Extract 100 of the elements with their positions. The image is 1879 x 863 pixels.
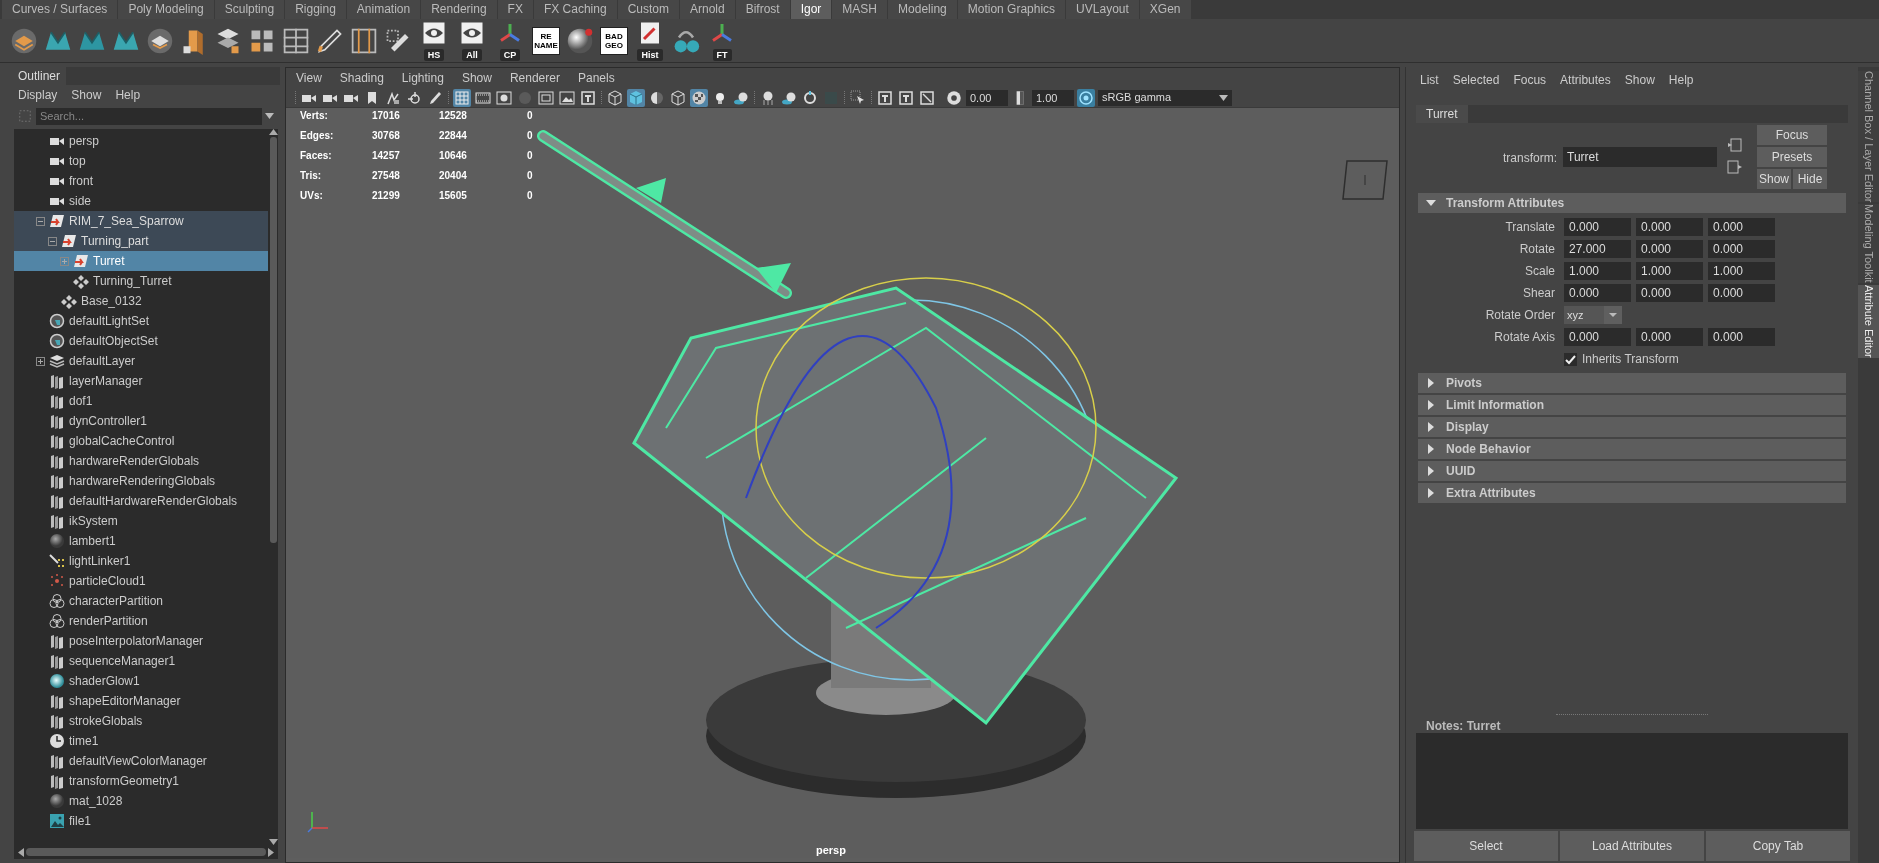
- shelf-tab[interactable]: UVLayout: [1066, 0, 1139, 19]
- panel-button[interactable]: Presets: [1757, 147, 1827, 167]
- toolbar-grip-icon[interactable]: [447, 90, 450, 105]
- outliner-item[interactable]: dof1: [14, 391, 268, 411]
- outliner-item[interactable]: top: [14, 151, 268, 171]
- expand-arrow-icon[interactable]: [1426, 466, 1436, 476]
- side-tab[interactable]: Modeling Toolkit: [1858, 204, 1879, 284]
- menu-item[interactable]: Focus: [1513, 71, 1547, 89]
- grid-icon[interactable]: [453, 88, 471, 107]
- outliner-item[interactable]: shaderGlow1: [14, 671, 268, 691]
- outliner-item[interactable]: mat_1028: [14, 791, 268, 811]
- scrollbar-thumb[interactable]: [26, 848, 266, 856]
- shelf-tab[interactable]: Sculpting: [214, 0, 285, 19]
- node-tab[interactable]: Turret: [1416, 105, 1468, 123]
- expand-arrow-icon[interactable]: [1426, 422, 1436, 432]
- cube-icon[interactable]: [669, 88, 687, 107]
- color-space-dropdown[interactable]: sRGB gamma: [1098, 89, 1232, 106]
- expand-arrow-icon[interactable]: [1426, 488, 1436, 498]
- outliner-item[interactable]: renderPartition: [14, 611, 268, 631]
- collapse-arrow-icon[interactable]: [1426, 198, 1436, 208]
- number-field[interactable]: 0.000: [1564, 328, 1631, 346]
- outliner-item[interactable]: Turret: [14, 251, 268, 271]
- shelf-tab[interactable]: Poly Modeling: [118, 0, 214, 19]
- number-field[interactable]: 0.000: [1636, 284, 1703, 302]
- search-field[interactable]: Search...: [36, 107, 262, 125]
- number-field[interactable]: 0.000: [1636, 240, 1703, 258]
- menu-item[interactable]: List: [1420, 71, 1439, 89]
- shelf-tab[interactable]: FX: [497, 0, 533, 19]
- number-field[interactable]: 0.000: [1564, 218, 1631, 236]
- outliner-item[interactable]: front: [14, 171, 268, 191]
- frame-icon[interactable]: [876, 88, 894, 107]
- side-tab[interactable]: Channel Box / Layer Editor: [1858, 71, 1879, 203]
- outliner-item[interactable]: defaultLightSet: [14, 311, 268, 331]
- dropdown[interactable]: xyz: [1564, 306, 1622, 324]
- menu-item[interactable]: Selected: [1452, 71, 1500, 89]
- frame-icon[interactable]: [579, 88, 597, 107]
- outliner-item[interactable]: characterPartition: [14, 591, 268, 611]
- eye-icon[interactable]: [422, 20, 446, 45]
- shelf-tab[interactable]: Curves / Surfaces: [2, 0, 118, 19]
- scrollbar-thumb[interactable]: [269, 137, 277, 543]
- outliner-item[interactable]: lightLinker1: [14, 551, 268, 571]
- section-header[interactable]: Extra Attributes: [1418, 483, 1846, 503]
- notepad-icon[interactable]: [638, 20, 662, 45]
- section-header[interactable]: Transform Attributes: [1418, 193, 1846, 213]
- side-tab[interactable]: Attribute Editor: [1858, 285, 1879, 358]
- outliner-item[interactable]: persp: [14, 131, 268, 151]
- panel-button[interactable]: Show: [1757, 169, 1791, 189]
- expand-arrow-icon[interactable]: [1426, 378, 1436, 388]
- shelf-tab[interactable]: MASH: [832, 0, 888, 19]
- number-field[interactable]: 0.000: [1708, 218, 1775, 236]
- outliner-item[interactable]: transformGeometry1: [14, 771, 268, 791]
- checkbox[interactable]: [1564, 352, 1577, 366]
- shelf-tab[interactable]: Animation: [346, 0, 421, 19]
- toolbar-grip-icon[interactable]: [870, 90, 873, 105]
- number-field[interactable]: 1.000: [1636, 262, 1703, 280]
- panel-button[interactable]: Copy Tab: [1706, 831, 1850, 861]
- outliner-item[interactable]: defaultObjectSet: [14, 331, 268, 351]
- menu-item[interactable]: Help: [1668, 71, 1694, 89]
- shelf-tab[interactable]: Rigging: [285, 0, 346, 19]
- outliner-item[interactable]: hardwareRenderGlobals: [14, 451, 268, 471]
- scroll-right-icon[interactable]: [268, 847, 274, 857]
- shelf-tab[interactable]: Arnold: [679, 0, 735, 19]
- color-management-toggle-icon[interactable]: [1077, 88, 1095, 107]
- node-name-field[interactable]: Turret: [1563, 147, 1717, 167]
- sphere-icon[interactable]: [566, 26, 594, 55]
- outliner-item[interactable]: side: [14, 191, 268, 211]
- load-in-icon[interactable]: [1727, 137, 1743, 153]
- panel-button[interactable]: Load Attributes: [1560, 831, 1704, 861]
- cube-icon[interactable]: [606, 88, 624, 107]
- outliner-item[interactable]: globalCacheControl: [14, 431, 268, 451]
- expand-icon[interactable]: [36, 356, 45, 366]
- outliner-item[interactable]: Turning_part: [14, 231, 268, 251]
- section-header[interactable]: Pivots: [1418, 373, 1846, 393]
- gamma-field[interactable]: 1.00: [1032, 89, 1074, 106]
- shelf-tab[interactable]: Rendering: [421, 0, 497, 19]
- section-header[interactable]: Limit Information: [1418, 395, 1846, 415]
- outliner-item[interactable]: file1: [14, 811, 268, 831]
- outliner-item[interactable]: shapeEditorManager: [14, 691, 268, 711]
- checker-icon[interactable]: [690, 88, 708, 107]
- collapse-icon[interactable]: [48, 236, 57, 246]
- shelf-tab[interactable]: FX Caching: [533, 0, 617, 19]
- menu-item[interactable]: Help: [115, 86, 141, 104]
- shelf-tab[interactable]: XGen: [1139, 0, 1191, 19]
- grid-icon[interactable]: [282, 26, 310, 55]
- resize-icon[interactable]: [918, 88, 936, 107]
- shelf-tile-button[interactable]: RE NAME: [532, 26, 560, 55]
- grid-icon[interactable]: [350, 26, 378, 55]
- menu-item[interactable]: Attributes: [1560, 71, 1611, 89]
- cube-icon[interactable]: [627, 88, 645, 107]
- menu-item[interactable]: Panels: [577, 69, 615, 87]
- layers-icon[interactable]: [10, 26, 38, 55]
- outliner-item[interactable]: ikSystem: [14, 511, 268, 531]
- outliner-item[interactable]: lambert1: [14, 531, 268, 551]
- number-field[interactable]: 0.000: [1708, 284, 1775, 302]
- toolbar-grip-icon[interactable]: [294, 90, 297, 105]
- shelf-tab[interactable]: Custom: [617, 0, 679, 19]
- expand-arrow-icon[interactable]: [1426, 444, 1436, 454]
- shelf-tab[interactable]: Modeling: [888, 0, 957, 19]
- frame-icon[interactable]: [897, 88, 915, 107]
- shelf-tab[interactable]: Bifrost: [735, 0, 790, 19]
